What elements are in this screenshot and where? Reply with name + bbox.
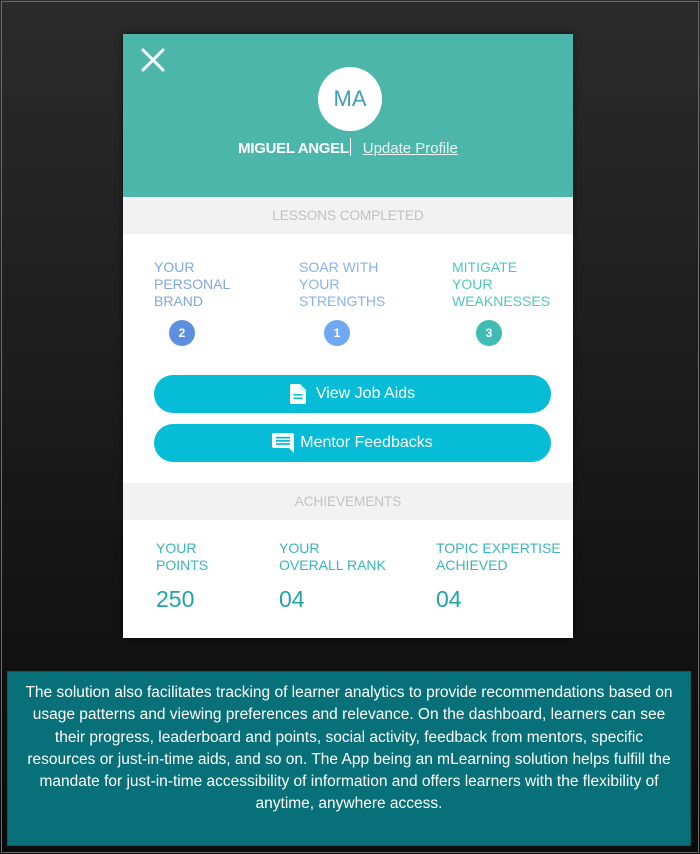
close-button[interactable] xyxy=(139,46,167,74)
lesson-title-line: STRENGTHS xyxy=(299,293,386,309)
stat-label-line: TOPIC EXPERTISE xyxy=(436,540,561,556)
view-job-aids-label: View Job Aids xyxy=(315,385,416,402)
lesson-soar-with-your-strengths[interactable]: SOAR WITH YOUR STRENGTHS 1 xyxy=(299,259,386,346)
stat-value: 04 xyxy=(436,586,462,612)
stat-label-line: OVERALL RANK xyxy=(279,557,386,573)
lesson-count-badge: 2 xyxy=(169,320,195,346)
view-job-aids-button[interactable]: View Job Aids xyxy=(154,375,551,413)
profile-name-row: MIGUEL ANGEL Update Profile xyxy=(123,138,573,157)
stat-label-line: YOUR xyxy=(279,540,320,556)
update-profile-link[interactable]: Update Profile xyxy=(363,140,458,157)
lesson-title-line: WEAKNESSES xyxy=(452,293,551,309)
lesson-title-line: MITIGATE xyxy=(452,259,518,275)
profile-header: MA MIGUEL ANGEL Update Profile xyxy=(123,34,573,197)
achievements-heading: ACHIEVEMENTS xyxy=(123,483,573,520)
lesson-title-line: YOUR xyxy=(299,276,340,292)
mentor-feedbacks-button[interactable]: Mentor Feedbacks xyxy=(154,424,551,462)
close-icon xyxy=(141,48,165,72)
stat-your-points: YOUR POINTS 250 xyxy=(156,540,208,612)
mentor-feedbacks-label: Mentor Feedbacks xyxy=(300,434,433,451)
lesson-title-line: SOAR WITH xyxy=(299,259,379,275)
stat-overall-rank: YOUR OVERALL RANK 04 xyxy=(279,540,386,612)
profile-dashboard-card: MA MIGUEL ANGEL Update Profile LESSONS CO… xyxy=(123,34,573,638)
lesson-your-personal-brand[interactable]: YOUR PERSONAL BRAND 2 xyxy=(154,259,231,346)
name-separator xyxy=(349,138,351,156)
stat-label-line: ACHIEVED xyxy=(436,557,508,573)
avatar[interactable]: MA xyxy=(318,67,382,131)
description-caption: The solution also facilitates tracking o… xyxy=(7,671,691,846)
lesson-count-badge: 1 xyxy=(324,320,350,346)
user-name: MIGUEL ANGEL xyxy=(238,140,349,157)
lesson-title-line: BRAND xyxy=(154,293,204,309)
chat-message-icon xyxy=(272,433,295,453)
lessons-completed-heading: LESSONS COMPLETED xyxy=(123,197,573,234)
lesson-count-badge: 3 xyxy=(476,320,502,346)
lesson-title-line: YOUR xyxy=(154,259,195,275)
stat-topic-expertise: TOPIC EXPERTISE ACHIEVED 04 xyxy=(436,540,561,612)
lesson-title-line: PERSONAL xyxy=(154,276,231,292)
lesson-title-line: YOUR xyxy=(452,276,493,292)
document-icon xyxy=(289,384,306,404)
stat-label-line: YOUR xyxy=(156,540,197,556)
lesson-mitigate-your-weaknesses[interactable]: MITIGATE YOUR WEAKNESSES 3 xyxy=(452,259,551,346)
stat-value: 250 xyxy=(156,586,195,612)
stat-label-line: POINTS xyxy=(156,557,209,573)
stat-value: 04 xyxy=(279,586,305,612)
